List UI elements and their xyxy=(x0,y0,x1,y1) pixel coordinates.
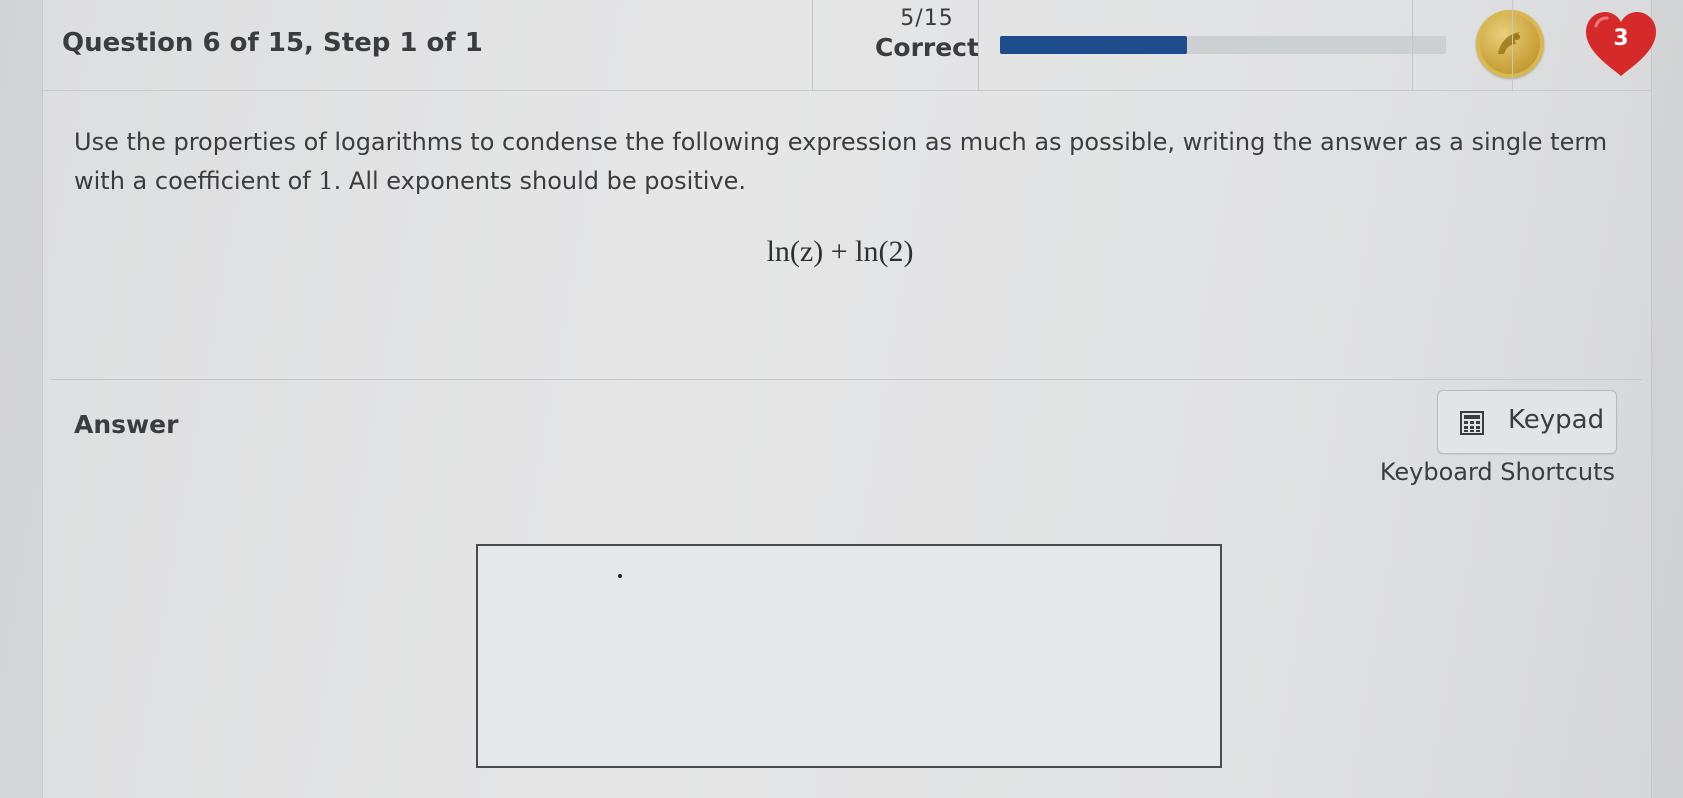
hearts-badge[interactable]: 3 xyxy=(1582,8,1660,80)
keypad-label: Keypad xyxy=(1508,405,1605,435)
keyboard-shortcuts-link[interactable]: Keyboard Shortcuts xyxy=(1380,458,1615,486)
question-header: Question 6 of 15, Step 1 of 1 5/15 Corre… xyxy=(42,0,1656,91)
calculator-icon xyxy=(1460,411,1484,435)
answer-label: Answer xyxy=(74,410,179,439)
text-cursor xyxy=(618,574,622,578)
prompt-text: Use the properties of logarithms to cond… xyxy=(74,128,1608,195)
header-divider xyxy=(812,0,813,90)
question-title: Question 6 of 15, Step 1 of 1 xyxy=(62,28,483,58)
progress-bar xyxy=(1000,36,1446,54)
progress-bar-fill xyxy=(1000,36,1188,54)
question-area: Use the properties of logarithms to cond… xyxy=(50,91,1642,380)
keypad-button[interactable]: Keypad xyxy=(1437,390,1617,454)
header-divider xyxy=(978,0,979,90)
score-block: 5/15 Correct xyxy=(852,6,1002,62)
coin-emblem-icon xyxy=(1498,32,1520,54)
gold-coin-icon[interactable] xyxy=(1476,10,1544,78)
score-fraction: 5/15 xyxy=(900,6,954,31)
prompt-text-end: . All exponents should be positive. xyxy=(333,167,747,195)
score-label: Correct xyxy=(875,33,979,62)
prompt-coefficient: 1 xyxy=(318,167,334,195)
answer-input[interactable] xyxy=(476,544,1222,768)
header-divider xyxy=(1512,0,1513,90)
hearts-count: 3 xyxy=(1613,26,1629,51)
math-expression: ln(z) + ln(2) xyxy=(766,235,914,268)
question-prompt: Use the properties of logarithms to cond… xyxy=(74,123,1634,201)
header-divider xyxy=(1412,0,1413,90)
